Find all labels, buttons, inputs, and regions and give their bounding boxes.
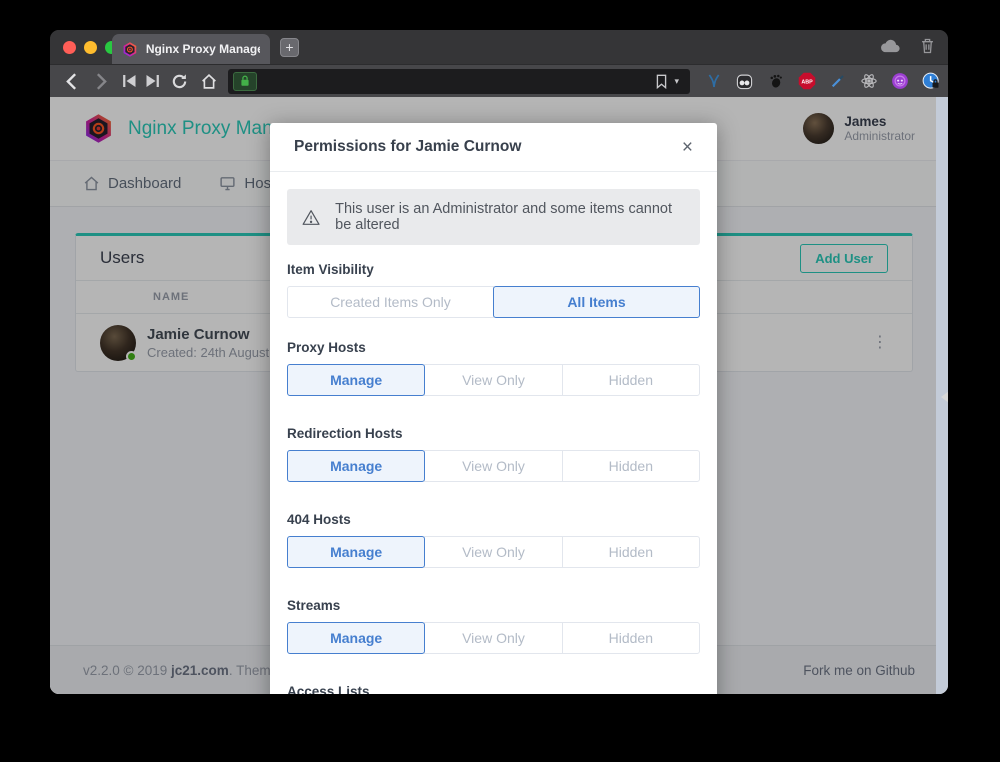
- warning-text: This user is an Administrator and some i…: [335, 201, 685, 233]
- desktop: Nginx Proxy Manager +: [0, 0, 1000, 762]
- section-label: Proxy Hosts: [287, 340, 700, 355]
- new-tab-button[interactable]: +: [280, 38, 299, 57]
- last-page-icon[interactable]: [141, 69, 164, 93]
- home-button[interactable]: [198, 69, 221, 93]
- tab-title: Nginx Proxy Manager: [146, 42, 260, 56]
- option-all-items[interactable]: All Items: [493, 286, 700, 318]
- option-hidden[interactable]: Hidden: [562, 536, 700, 568]
- perm-section-access-lists: Access Lists Manage View Only Hidden: [287, 684, 700, 694]
- pen-extension-icon[interactable]: [829, 72, 847, 90]
- gnome-foot-extension-icon[interactable]: [767, 72, 785, 90]
- history-cleaner-extension-icon[interactable]: [922, 72, 940, 90]
- panel-collapse-arrow[interactable]: [941, 391, 948, 403]
- close-icon[interactable]: ×: [682, 138, 693, 157]
- warning-triangle-icon: [302, 208, 320, 227]
- option-view-only[interactable]: View Only: [424, 622, 562, 654]
- option-view-only[interactable]: View Only: [424, 450, 562, 482]
- option-manage[interactable]: Manage: [287, 450, 425, 482]
- browser-tab-bar: Nginx Proxy Manager +: [50, 30, 948, 64]
- svg-text:ABP: ABP: [801, 79, 813, 85]
- permissions-modal: Permissions for Jamie Curnow × This user…: [270, 123, 717, 694]
- visibility-options: Created Items Only All Items: [287, 286, 700, 318]
- modal-title: Permissions for Jamie Curnow: [294, 138, 521, 156]
- first-page-icon[interactable]: [118, 69, 141, 93]
- robot-extension-icon[interactable]: [736, 72, 754, 90]
- perm-section-streams: Streams Manage View Only Hidden: [287, 598, 700, 654]
- option-view-only[interactable]: View Only: [424, 364, 562, 396]
- option-created-items-only[interactable]: Created Items Only: [287, 286, 494, 318]
- option-view-only[interactable]: View Only: [424, 536, 562, 568]
- forward-button[interactable]: [90, 69, 113, 93]
- admin-warning-alert: This user is an Administrator and some i…: [287, 189, 700, 245]
- perm-section-redirection-hosts: Redirection Hosts Manage View Only Hidde…: [287, 426, 700, 482]
- section-label: Streams: [287, 598, 700, 613]
- window-controls: [63, 41, 118, 54]
- perm-section-proxy-hosts: Proxy Hosts Manage View Only Hidden: [287, 340, 700, 396]
- cloud-icon[interactable]: [880, 39, 901, 53]
- browser-window: Nginx Proxy Manager +: [50, 30, 948, 694]
- extension-buttons: ABP: [705, 72, 940, 90]
- option-manage[interactable]: Manage: [287, 364, 425, 396]
- url-bar[interactable]: ▾: [228, 69, 690, 94]
- section-label: Access Lists: [287, 684, 700, 694]
- minimize-window-button[interactable]: [84, 41, 97, 54]
- browser-tab[interactable]: Nginx Proxy Manager: [112, 34, 270, 64]
- browser-toolbar: ▾ ABP: [50, 64, 948, 97]
- option-manage[interactable]: Manage: [287, 622, 425, 654]
- fork-extension-icon[interactable]: [705, 72, 723, 90]
- perm-section-404-hosts: 404 Hosts Manage View Only Hidden: [287, 512, 700, 568]
- ssl-padlock-icon[interactable]: [233, 72, 257, 91]
- bookmarks-dropdown-icon[interactable]: ▾: [674, 76, 679, 87]
- section-label: 404 Hosts: [287, 512, 700, 527]
- reload-button[interactable]: [168, 69, 191, 93]
- option-manage[interactable]: Manage: [287, 536, 425, 568]
- section-label: Redirection Hosts: [287, 426, 700, 441]
- back-button[interactable]: [60, 69, 83, 93]
- purple-extension-icon[interactable]: [891, 72, 909, 90]
- adblock-plus-extension-icon[interactable]: ABP: [798, 72, 816, 90]
- trash-icon[interactable]: [921, 38, 934, 54]
- option-hidden[interactable]: Hidden: [562, 622, 700, 654]
- option-hidden[interactable]: Hidden: [562, 364, 700, 396]
- bookmark-icon[interactable]: [655, 74, 668, 89]
- visibility-label: Item Visibility: [287, 262, 700, 277]
- close-window-button[interactable]: [63, 41, 76, 54]
- atom-extension-icon[interactable]: [860, 72, 878, 90]
- npm-favicon-icon: [122, 41, 138, 58]
- page-viewport: Nginx Proxy Manager James Administrator …: [50, 97, 948, 694]
- option-hidden[interactable]: Hidden: [562, 450, 700, 482]
